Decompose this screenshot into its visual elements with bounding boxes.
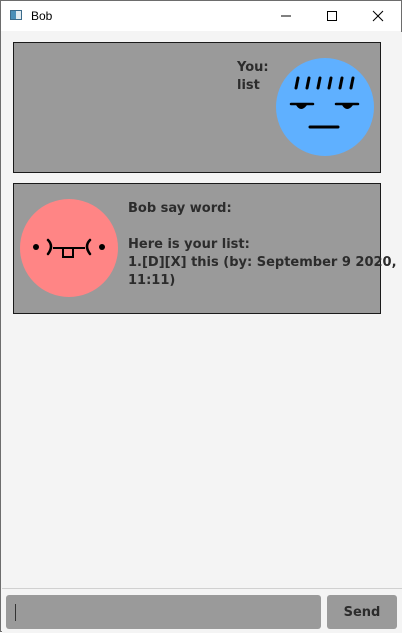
user-sender-label: You: (237, 60, 269, 75)
user-message-bubble: You: list (13, 42, 381, 173)
chat-scroll-area[interactable]: You: list Bob say word: Here is your lis… (2, 32, 402, 588)
message-input[interactable] (6, 595, 321, 629)
app-window: Bob You: list Bob say word: Here is your… (0, 0, 402, 633)
annoyed-face-icon (289, 76, 360, 129)
app-window-icon (10, 10, 22, 20)
kaomoji-face-avatar (20, 199, 118, 297)
bot-sender-label: Bob say word: (128, 201, 232, 216)
minimize-icon (281, 15, 291, 17)
title-bar[interactable]: Bob (1, 1, 401, 31)
minimize-button[interactable] (263, 1, 309, 31)
annoyed-face-avatar (276, 58, 374, 156)
kaomoji-face-icon (33, 238, 105, 258)
bot-message-list-item: 1.[D][X] this (by: September 9 2020, 11:… (128, 255, 397, 288)
close-button[interactable] (355, 1, 401, 31)
user-message-text: list (237, 78, 260, 93)
close-icon (372, 10, 384, 22)
text-caret (15, 604, 16, 621)
window-title: Bob (31, 9, 53, 23)
maximize-icon (327, 11, 337, 21)
send-button[interactable]: Send (327, 595, 397, 629)
bot-message-bubble: Bob say word: Here is your list: 1.[D][X… (13, 183, 397, 314)
maximize-button[interactable] (309, 1, 355, 31)
input-bar: Send (2, 588, 402, 633)
bot-message-heading: Here is your list: (128, 237, 250, 252)
